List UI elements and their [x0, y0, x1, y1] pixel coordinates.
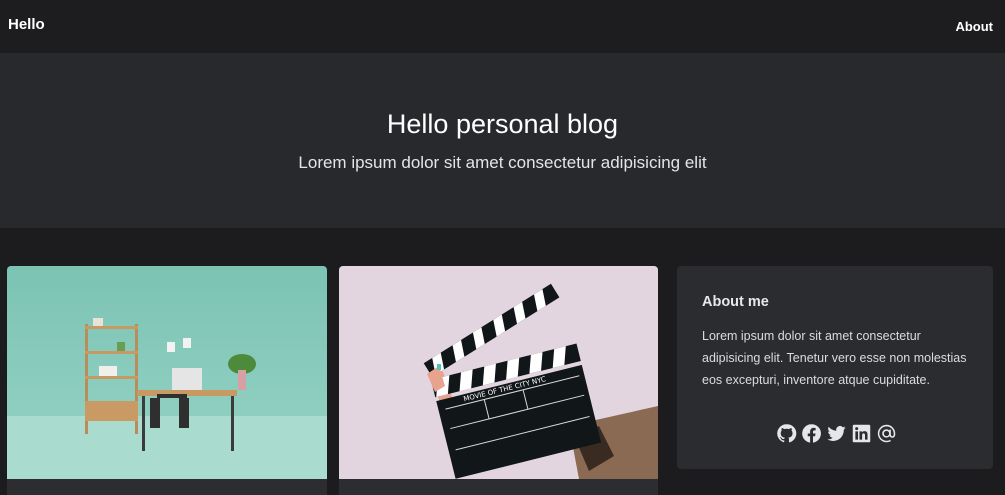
about-me-text: Lorem ipsum dolor sit amet consectetur a… [702, 329, 967, 387]
card-body [7, 479, 327, 495]
social-links [776, 423, 897, 444]
hero-title: Hello personal blog [386, 109, 619, 139]
post-card-clapper[interactable]: MOVIE OF THE CITY NYC [339, 266, 658, 495]
brand-link[interactable]: Hello [8, 16, 45, 33]
about-me-panel: About me Lorem ipsum dolor sit amet cons… [677, 266, 993, 469]
post-card-office[interactable] [7, 266, 327, 495]
navbar: Hello About [0, 0, 1005, 53]
card-body [339, 479, 658, 495]
facebook-icon[interactable] [801, 423, 822, 444]
github-icon[interactable] [776, 423, 797, 444]
linkedin-icon[interactable] [851, 423, 872, 444]
hero-banner: Hello personal blog Lorem ipsum dolor si… [0, 53, 1005, 228]
hero-subtitle: Lorem ipsum dolor sit amet consectetur a… [298, 153, 707, 172]
nav-about-link[interactable]: About [955, 19, 993, 34]
home-office-desk-photo[interactable] [7, 266, 327, 479]
email-icon[interactable] [876, 423, 897, 444]
about-me-title: About me [702, 294, 769, 310]
twitter-icon[interactable] [826, 423, 847, 444]
film-clapperboard-photo[interactable]: MOVIE OF THE CITY NYC [339, 266, 658, 479]
